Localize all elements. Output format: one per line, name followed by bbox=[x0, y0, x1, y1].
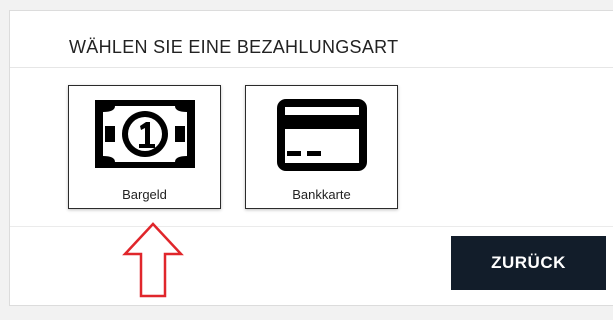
banknote-icon bbox=[69, 96, 220, 174]
payment-option-label: Bankkarte bbox=[292, 187, 351, 202]
divider bbox=[10, 226, 613, 227]
page-title: WÄHLEN SIE EINE BEZAHLUNGSART bbox=[69, 37, 399, 57]
divider bbox=[10, 67, 613, 68]
payment-option-card[interactable]: Bankkarte bbox=[245, 85, 398, 209]
red-up-arrow-icon bbox=[121, 220, 185, 305]
payment-method-panel: WÄHLEN SIE EINE BEZAHLUNGSART Bargeld Ba… bbox=[9, 10, 613, 306]
payment-option-cash[interactable]: Bargeld bbox=[68, 85, 221, 209]
back-button[interactable]: ZURÜCK bbox=[451, 236, 606, 290]
payment-option-label: Bargeld bbox=[122, 187, 167, 202]
credit-card-icon bbox=[246, 96, 397, 176]
